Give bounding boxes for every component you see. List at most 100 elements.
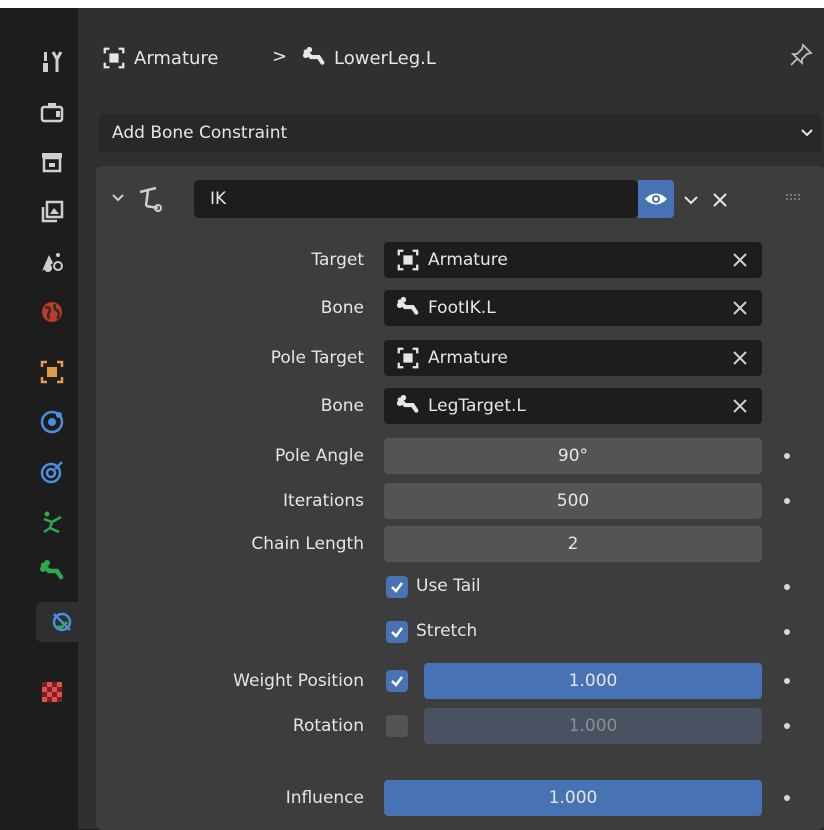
top-border <box>0 0 824 8</box>
iterations-label: Iterations <box>283 491 364 511</box>
output-icon <box>42 153 62 173</box>
pole-bone-value: LegTarget.L <box>428 396 526 416</box>
close-icon[interactable] <box>711 191 729 209</box>
add-bone-constraint-dropdown[interactable]: Add Bone Constraint <box>98 114 822 152</box>
texture-tab[interactable] <box>27 672 77 712</box>
object-data-tab[interactable] <box>27 502 77 542</box>
bone-icon <box>396 394 419 413</box>
pole-angle-value: 90° <box>557 446 589 466</box>
bone-field[interactable]: FootIK.L <box>384 290 762 326</box>
weight-position-checkbox[interactable] <box>386 670 408 692</box>
object-icon <box>397 347 419 369</box>
target-field[interactable]: Armature <box>384 242 762 278</box>
constraint-header: IK <box>96 166 824 226</box>
iterations-value: 500 <box>556 491 590 511</box>
modifiers-tab[interactable] <box>27 402 77 442</box>
bone-icon <box>40 560 64 580</box>
scene-icon <box>42 253 63 272</box>
object-tab[interactable] <box>27 352 77 392</box>
rotation-field[interactable]: 1.000 <box>424 708 762 744</box>
chain-length-value: 2 <box>567 534 579 554</box>
use-tail-label: Use Tail <box>416 576 481 596</box>
pole-bone-field[interactable]: LegTarget.L <box>384 388 762 424</box>
rotation-label: Rotation <box>292 716 364 736</box>
view-layer-icon <box>41 200 64 223</box>
bone-icon <box>396 296 419 315</box>
keyframe-dot[interactable] <box>784 795 790 801</box>
rotation-checkbox[interactable] <box>386 715 408 737</box>
keyframe-dot[interactable] <box>784 678 790 684</box>
weight-position-label: Weight Position <box>233 671 364 691</box>
keyframe-dot[interactable] <box>784 453 790 459</box>
ik-constraint-panel: IK Target Armature Bone FootIK.L Pole Ta… <box>96 166 824 830</box>
tool-tab[interactable] <box>27 42 77 82</box>
weight-position-field[interactable]: 1.000 <box>424 663 762 699</box>
render-tab[interactable] <box>27 92 77 132</box>
checkmark-icon <box>391 627 403 638</box>
chevron-down-icon <box>801 129 813 137</box>
pin-icon[interactable] <box>788 42 814 68</box>
world-icon <box>42 302 62 322</box>
chain-length-field[interactable]: 2 <box>384 526 762 562</box>
bone-label: Bone <box>320 298 364 318</box>
breadcrumb-object: Armature <box>102 46 219 70</box>
constraint-name-input[interactable]: IK <box>194 180 638 218</box>
constraint-name-value: IK <box>210 189 227 209</box>
chevron-down-icon[interactable] <box>682 191 700 209</box>
keyframe-dot[interactable] <box>784 629 790 635</box>
collapse-chevron-icon[interactable] <box>110 190 126 206</box>
target-label: Target <box>311 250 364 270</box>
modifier-icon <box>40 410 64 434</box>
object-icon <box>103 47 125 69</box>
breadcrumb-object-label: Armature <box>134 47 219 69</box>
chain-length-label: Chain Length <box>251 534 364 554</box>
stretch-label: Stretch <box>416 621 478 641</box>
iterations-field[interactable]: 500 <box>384 483 762 519</box>
use-tail-checkbox[interactable] <box>386 576 408 598</box>
world-tab[interactable] <box>27 292 77 332</box>
drag-handle-icon[interactable] <box>786 193 808 203</box>
pole-bone-label: Bone <box>320 396 364 416</box>
bone-icon <box>302 46 325 65</box>
keyframe-dot[interactable] <box>784 723 790 729</box>
physics-tab[interactable] <box>27 452 77 492</box>
pole-target-label: Pole Target <box>270 348 364 368</box>
breadcrumb: Armature > LowerLeg.L <box>78 8 824 92</box>
physics-icon <box>40 461 63 484</box>
toggle-visibility-button[interactable] <box>638 180 674 218</box>
view-layer-tab[interactable] <box>27 192 77 232</box>
breadcrumb-bone-label: LowerLeg.L <box>334 47 436 69</box>
keyframe-dot[interactable] <box>784 498 790 504</box>
armature-data-icon <box>43 511 62 534</box>
stretch-checkbox[interactable] <box>386 621 408 643</box>
output-tab[interactable] <box>27 142 77 182</box>
bone-constraint-icon <box>52 612 72 632</box>
properties-editor: Armature > LowerLeg.L Add Bone Constrain… <box>78 8 824 830</box>
target-value: Armature <box>428 250 508 270</box>
clear-icon[interactable] <box>730 396 750 416</box>
object-icon <box>397 249 419 271</box>
object-icon <box>40 360 64 384</box>
pole-target-value: Armature <box>428 348 508 368</box>
bone-tab[interactable] <box>27 552 77 592</box>
scene-tab[interactable] <box>27 242 77 282</box>
pole-target-field[interactable]: Armature <box>384 340 762 376</box>
keyframe-dot[interactable] <box>784 584 790 590</box>
weight-position-value: 1.000 <box>568 671 618 691</box>
influence-value: 1.000 <box>548 788 598 808</box>
render-icon <box>40 103 64 123</box>
influence-label: Influence <box>285 788 364 808</box>
pole-angle-field[interactable]: 90° <box>384 438 762 474</box>
eye-icon <box>645 193 667 205</box>
checkmark-icon <box>391 582 403 593</box>
clear-icon[interactable] <box>730 298 750 318</box>
clear-icon[interactable] <box>730 348 750 368</box>
breadcrumb-bone: LowerLeg.L <box>302 46 436 70</box>
clear-icon[interactable] <box>730 250 750 270</box>
pole-angle-label: Pole Angle <box>274 446 364 466</box>
properties-tab-bar <box>10 8 88 829</box>
rotation-value: 1.000 <box>568 716 618 736</box>
ik-constraint-icon <box>139 186 162 212</box>
influence-field[interactable]: 1.000 <box>384 780 762 816</box>
checkmark-icon <box>391 676 403 687</box>
